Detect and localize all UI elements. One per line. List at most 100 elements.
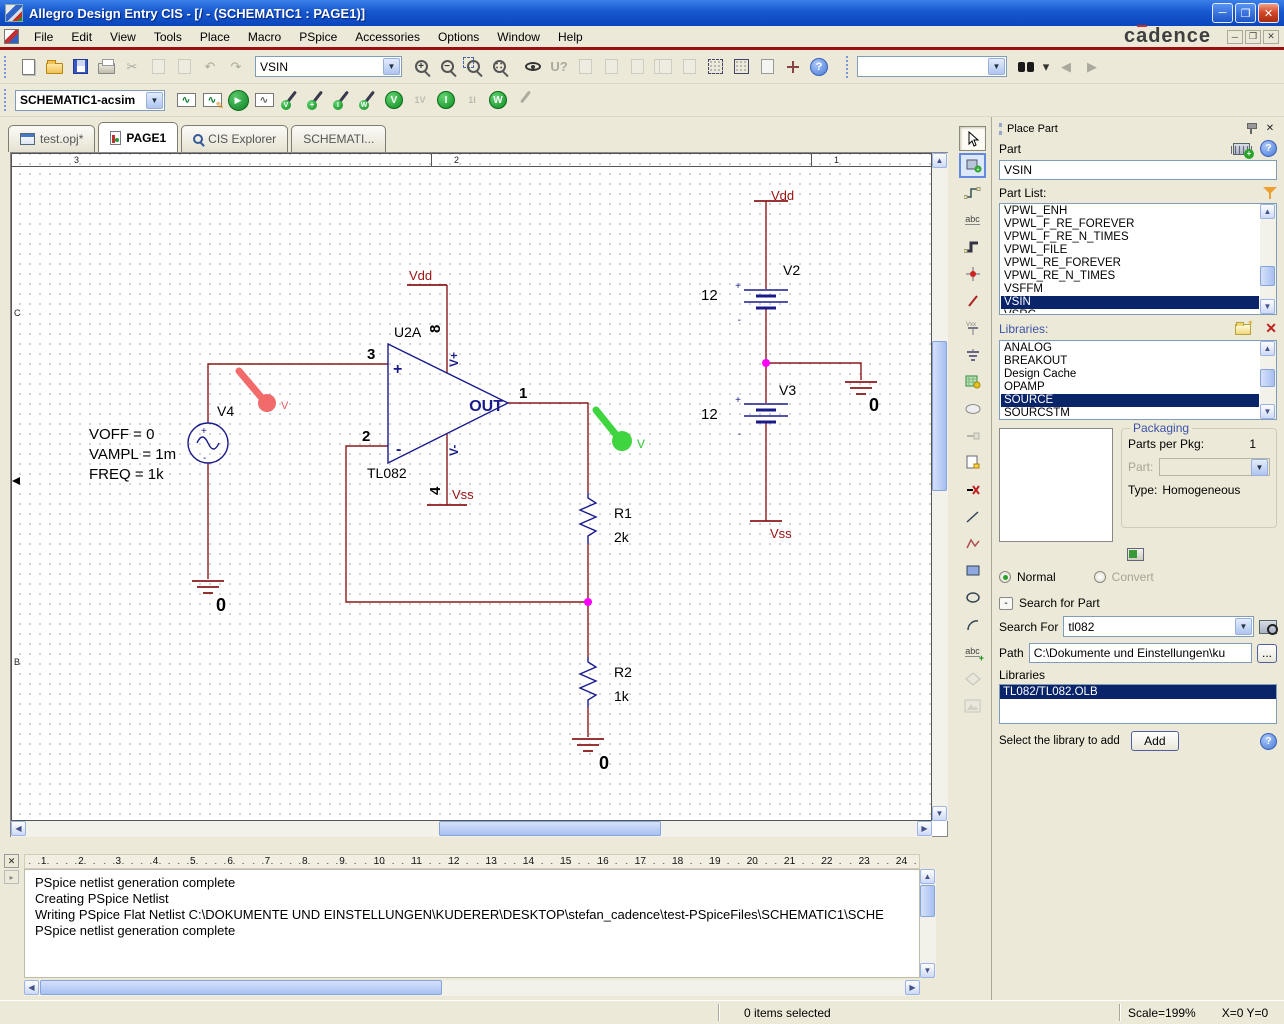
v2-ref[interactable]: V2 — [783, 262, 800, 278]
library-item[interactable]: SOURCSTM — [1001, 407, 1259, 418]
menu-window[interactable]: Window — [488, 28, 549, 46]
menu-pspice[interactable]: PSpice — [290, 28, 346, 46]
place-arc-tool[interactable] — [959, 612, 986, 637]
battery-v3[interactable] — [744, 404, 788, 422]
part-list-item[interactable]: VSIN — [1001, 296, 1259, 309]
library-item[interactable]: SOURCE — [1001, 394, 1259, 407]
scroll-up-button[interactable]: ▲ — [1260, 204, 1275, 219]
libraries-listbox[interactable]: ANALOGBREAKOUTDesign CacheOPAMPSOURCESOU… — [999, 340, 1277, 420]
log-close-button[interactable]: ✕ — [4, 854, 19, 868]
list-scrollbar[interactable]: ▲ ▼ — [1260, 341, 1276, 419]
menu-view[interactable]: View — [101, 28, 145, 46]
hierarchy-button[interactable] — [780, 54, 806, 79]
scroll-thumb[interactable] — [1260, 369, 1275, 387]
vertical-scrollbar[interactable]: ▲ ▼ — [932, 153, 948, 821]
sim-profile-input[interactable] — [16, 93, 145, 107]
battery-v2[interactable] — [744, 290, 788, 308]
area-select-button[interactable] — [754, 54, 780, 79]
scroll-thumb[interactable] — [1260, 266, 1275, 286]
voltage-marker-red[interactable] — [239, 371, 276, 412]
scroll-thumb[interactable] — [439, 821, 661, 836]
voltage-probe-button[interactable]: V — [277, 88, 303, 113]
place-bus-tool[interactable] — [959, 234, 986, 259]
voltage-diff-probe-button[interactable]: + — [303, 88, 329, 113]
toolbar-grip2[interactable] — [846, 56, 854, 78]
pin-icon[interactable] — [1245, 122, 1257, 135]
menu-place[interactable]: Place — [191, 28, 239, 46]
opamp-part[interactable]: TL082 — [367, 465, 407, 481]
search-for-input[interactable] — [1064, 620, 1234, 634]
menu-file[interactable]: File — [25, 28, 62, 46]
current-marker-button[interactable]: I — [433, 88, 459, 113]
opamp-ref[interactable]: U2A — [394, 324, 422, 340]
part-combo-input[interactable] — [256, 60, 382, 74]
place-text-tool[interactable]: abc — [959, 639, 986, 664]
search-results-listbox[interactable]: TL082/TL082.OLB — [999, 684, 1277, 724]
vdd-label-right[interactable]: Vdd — [771, 188, 794, 203]
ground-0-label[interactable]: 0 — [216, 595, 226, 615]
r1-value[interactable]: 2k — [614, 529, 630, 545]
part-list-item[interactable]: VPWL_RE_N_TIMES — [1001, 270, 1259, 283]
ground-0-label[interactable]: 0 — [869, 395, 879, 415]
find-button[interactable] — [1013, 54, 1039, 79]
document-icon[interactable] — [4, 29, 19, 44]
part-editor-button[interactable] — [702, 54, 728, 79]
vss-label-left[interactable]: Vss — [452, 487, 474, 502]
power-probe-button[interactable]: W — [355, 88, 381, 113]
mdi-restore-button[interactable]: ❐ — [1245, 30, 1261, 44]
zoom-in-button[interactable]: + — [408, 54, 434, 79]
normal-radio[interactable] — [999, 571, 1011, 583]
open-button[interactable] — [41, 54, 67, 79]
vss-label-right[interactable]: Vss — [770, 526, 792, 541]
part-list-item[interactable]: VPWL_FILE — [1001, 244, 1259, 257]
filter-funnel-icon[interactable] — [1263, 186, 1277, 200]
panel-grip[interactable] — [999, 123, 1002, 135]
voltage-marker-green[interactable] — [596, 410, 632, 451]
horizontal-scrollbar[interactable]: ◀ ▶ — [11, 821, 932, 837]
scroll-up-button[interactable]: ▲ — [932, 153, 947, 168]
scroll-down-button[interactable]: ▼ — [920, 963, 935, 978]
remove-library-icon[interactable]: ✕ — [1265, 320, 1277, 337]
search-combo[interactable]: ▼ — [857, 56, 1007, 77]
scroll-right-button[interactable]: ▶ — [905, 980, 920, 995]
part-list-item[interactable]: VPWL_RE_FOREVER — [1001, 257, 1259, 270]
v3-value[interactable]: 12 — [701, 406, 718, 423]
help-icon[interactable]: ? — [1260, 140, 1277, 157]
tab-page1[interactable]: PAGE1 — [98, 122, 178, 152]
menu-accessories[interactable]: Accessories — [346, 28, 429, 46]
resistor-r2[interactable] — [580, 657, 596, 707]
place-polyline-tool[interactable] — [959, 531, 986, 556]
wires[interactable] — [208, 201, 861, 737]
place-bus-entry-tool[interactable] — [959, 288, 986, 313]
search-part-icon[interactable] — [1259, 620, 1277, 634]
menu-macro[interactable]: Macro — [239, 28, 290, 46]
menu-help[interactable]: Help — [549, 28, 592, 46]
r1-ref[interactable]: R1 — [614, 505, 632, 521]
scroll-left-button[interactable]: ◀ — [11, 821, 26, 836]
scroll-up-button[interactable]: ▲ — [920, 869, 935, 884]
part-combo[interactable]: ▼ — [255, 56, 402, 77]
collapse-search-button[interactable]: - — [999, 597, 1013, 610]
new-document-button[interactable] — [15, 54, 41, 79]
part-list-item[interactable]: VPWL_ENH — [1001, 205, 1259, 218]
vdd-label-left[interactable]: Vdd — [409, 268, 432, 283]
ground-0-label[interactable]: 0 — [599, 753, 609, 773]
place-net-alias-tool[interactable]: abc — [959, 207, 986, 232]
menu-tools[interactable]: Tools — [145, 28, 191, 46]
place-ground-tool[interactable] — [959, 342, 986, 367]
place-junction-tool[interactable] — [959, 261, 986, 286]
place-ellipse-tool[interactable] — [959, 585, 986, 610]
menu-edit[interactable]: Edit — [62, 28, 101, 46]
part-list-item[interactable]: VSRC — [1001, 309, 1259, 313]
place-line-tool[interactable] — [959, 504, 986, 529]
panel-close-button[interactable]: ✕ — [1263, 122, 1277, 136]
part-list-item[interactable]: VPWL_F_RE_N_TIMES — [1001, 231, 1259, 244]
r2-value[interactable]: 1k — [614, 688, 630, 704]
list-scrollbar[interactable]: ▲ ▼ — [1260, 204, 1276, 314]
part-list-item[interactable]: VPWL_F_RE_FOREVER — [1001, 218, 1259, 231]
library-item[interactable]: BREAKOUT — [1001, 355, 1259, 368]
browse-button[interactable]: ... — [1257, 644, 1277, 663]
place-off-page-connector-tool[interactable] — [959, 450, 986, 475]
convert-radio[interactable] — [1094, 571, 1106, 583]
menu-options[interactable]: Options — [429, 28, 488, 46]
